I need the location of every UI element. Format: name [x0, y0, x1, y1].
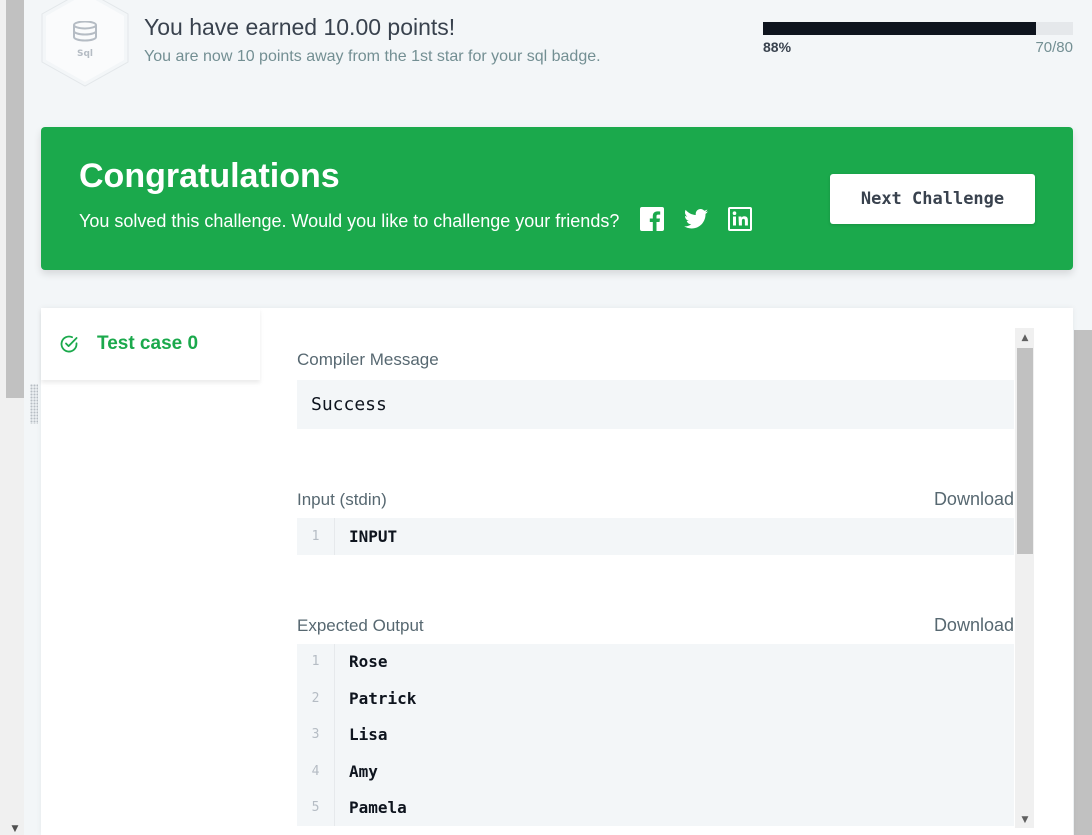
- line-text: Pamela: [349, 798, 407, 818]
- input-download-link[interactable]: Download: [934, 489, 1014, 510]
- tab-test-case-0[interactable]: Test case 0: [41, 308, 260, 380]
- progress-count: 70/80: [1035, 39, 1073, 56]
- line-text: Lisa: [349, 725, 388, 745]
- resize-handle[interactable]: [30, 384, 38, 424]
- line-text: Patrick: [349, 688, 417, 708]
- database-icon: [73, 21, 97, 42]
- progress-bar: [763, 22, 1073, 35]
- twitter-icon[interactable]: [684, 207, 708, 231]
- scroll-down-arrow-icon[interactable]: ▼: [8, 823, 22, 835]
- input-label: Input (stdin): [297, 490, 387, 509]
- code-line: 3 Lisa: [297, 716, 1014, 753]
- progress-percent: 88%: [763, 39, 792, 55]
- line-number: 1: [297, 518, 335, 555]
- input-section-header: Input (stdin) Download: [297, 484, 1014, 510]
- code-line: 1 Rose: [297, 643, 1014, 680]
- compiler-message-label: Compiler Message: [297, 350, 439, 369]
- points-subtitle: You are now 10 points away from the 1st …: [144, 48, 601, 65]
- tab-label: Test case 0: [97, 333, 199, 354]
- share-icons: [640, 207, 752, 231]
- page-scrollbar-left[interactable]: ▼: [0, 0, 24, 835]
- page-scrollbar-thumb[interactable]: [6, 0, 24, 398]
- line-number: 1: [297, 643, 335, 680]
- test-case-output: Compiler Message Success Input (stdin) D…: [297, 328, 1014, 826]
- facebook-icon[interactable]: [640, 207, 664, 231]
- banner-title: Congratulations: [79, 157, 340, 195]
- sql-badge: Sql: [40, 0, 130, 88]
- expected-output-code-box: 1 Rose 2 Patrick 3 Lisa 4 Amy 5 Pamela: [297, 643, 1014, 826]
- page-scrollbar-right[interactable]: [1074, 330, 1092, 835]
- congratulations-banner: Congratulations You solved this challeng…: [41, 127, 1073, 270]
- compiler-message-box: Success: [297, 380, 1014, 429]
- line-number: 5: [297, 789, 335, 826]
- code-line: 4 Amy: [297, 753, 1014, 790]
- line-number: 4: [297, 753, 335, 790]
- line-text: INPUT: [349, 526, 398, 546]
- test-results-panel: Test case 0 Compiler Message Success Inp…: [41, 308, 1073, 835]
- input-code-box: 1 INPUT: [297, 518, 1014, 555]
- expected-output-section-header: Expected Output Download: [297, 610, 1014, 636]
- badge-progress: 88% 70/80: [763, 22, 1073, 56]
- line-number: 2: [297, 680, 335, 717]
- badge-label: Sql: [76, 49, 93, 59]
- code-line: 5 Pamela: [297, 789, 1014, 826]
- linkedin-icon[interactable]: [728, 207, 752, 231]
- scroll-down-arrow-icon[interactable]: ▼: [1017, 812, 1033, 828]
- scroll-up-arrow-icon[interactable]: ▲: [1017, 330, 1033, 346]
- next-challenge-button[interactable]: Next Challenge: [830, 174, 1035, 224]
- compiler-message-section: Compiler Message: [297, 344, 1014, 370]
- points-earned-title: You have earned 10.00 points!: [144, 14, 456, 40]
- line-number: 3: [297, 716, 335, 753]
- expected-output-label: Expected Output: [297, 615, 424, 635]
- results-scrollbar-thumb[interactable]: [1017, 348, 1033, 554]
- code-line: 2 Patrick: [297, 680, 1014, 717]
- progress-fill: [763, 22, 1036, 35]
- line-text: Rose: [349, 652, 388, 672]
- results-scrollbar[interactable]: ▲ ▼: [1015, 328, 1034, 828]
- code-line: 1 INPUT: [297, 518, 1014, 555]
- expected-output-download-link[interactable]: Download: [934, 615, 1014, 636]
- line-text: Amy: [349, 761, 378, 781]
- banner-message: You solved this challenge. Would you lik…: [79, 211, 620, 231]
- check-circle-icon: [60, 335, 78, 353]
